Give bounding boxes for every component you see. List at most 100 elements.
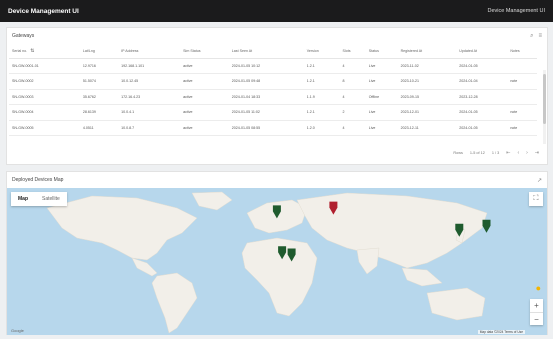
table-cell: 1.2.0 <box>303 120 340 136</box>
map-type-map[interactable]: Map <box>11 192 35 206</box>
column-header[interactable]: IP Address <box>118 44 181 59</box>
table-cell: note <box>507 104 537 121</box>
table-header-row: Serial no. ⇅ Lat/Lng IP Address Sim Status La… <box>9 44 537 59</box>
table-cell: 2024-01-05 <box>456 58 508 74</box>
page-indicator: 1 / 3 <box>491 151 500 155</box>
column-header-label: Version <box>306 48 319 53</box>
table-cell: active <box>180 73 229 90</box>
table-cell <box>507 89 537 105</box>
filter-icon[interactable]: ≡ <box>538 33 542 40</box>
column-header[interactable]: Notes <box>507 44 537 59</box>
table-cell: 1.2.1 <box>303 58 340 74</box>
column-header[interactable]: Slots <box>339 44 366 59</box>
last-page-icon[interactable]: ⇥ <box>535 150 539 156</box>
table-cell: 172.16.4.23 <box>118 89 181 105</box>
zoom-in-button[interactable]: + <box>530 299 543 312</box>
map-pin[interactable] <box>482 219 491 233</box>
table-row[interactable]: SN-GW-0003 35.6762 172.16.4.23 active 2024-0… <box>9 89 537 105</box>
fullscreen-icon[interactable]: ⛶ <box>529 192 543 206</box>
prev-page-icon[interactable]: ‹ <box>517 150 519 156</box>
column-header[interactable]: Version <box>303 44 340 59</box>
landmass-india <box>356 247 380 275</box>
table-cell: 2023-12-28 <box>456 89 508 105</box>
map-type-satellite[interactable]: Satellite <box>35 192 67 206</box>
table-scrollbar[interactable] <box>543 70 546 144</box>
search-icon[interactable]: ⌕ <box>530 33 533 40</box>
column-header[interactable]: Sim Status <box>180 44 229 59</box>
table-cell: 1.2.1 <box>303 104 340 121</box>
table-cell: 35.6762 <box>79 89 119 105</box>
table-cell: note <box>507 120 537 136</box>
table-cell: 12.9716 <box>79 58 119 74</box>
landmass-central-america <box>131 257 158 277</box>
column-header[interactable]: Serial no. ⇅ <box>9 44 80 59</box>
table-cell: 2023-12-01 <box>397 104 457 121</box>
landmass-southeast-asia <box>401 267 443 287</box>
table-row[interactable]: SN-GW-0005 4.0511 10.0.8.7 active 2024-01-05… <box>9 120 537 136</box>
landmass-greenland <box>191 191 233 211</box>
column-header-label: IP Address <box>121 48 139 53</box>
table-cell: 2024-01-05 08:55 <box>228 120 304 136</box>
table-cell: 4.0511 <box>79 120 119 136</box>
zoom-out-button[interactable]: − <box>530 312 543 325</box>
table-cell: 2023-09-15 <box>397 89 457 105</box>
column-header-label: Serial no. <box>12 48 28 53</box>
table-cell: SN-GW-0005 <box>9 120 80 136</box>
table-cell: 4 <box>339 120 366 136</box>
landmass-north-america <box>46 195 198 261</box>
column-header[interactable]: Registered At <box>397 44 457 59</box>
table-cell: 2 <box>339 104 366 121</box>
first-page-icon[interactable]: ⇤ <box>506 150 510 156</box>
zoom-control: + − <box>530 299 543 325</box>
table-cell: Live <box>365 120 398 136</box>
table-cell: 2024-01-05 09:48 <box>228 73 304 90</box>
map-pin-marker[interactable] <box>482 219 491 233</box>
table-cell: SN-GW-0004 <box>9 104 80 121</box>
table-cell: 2024-01-05 <box>456 104 508 121</box>
app-title: Device Management UI <box>8 7 79 15</box>
column-header[interactable]: Status <box>365 44 398 59</box>
column-header[interactable]: Updated At <box>456 44 508 59</box>
table-cell: active <box>180 104 229 121</box>
column-header-label: Lat/Lng <box>82 48 95 53</box>
column-header-label: Registered At <box>400 48 423 53</box>
column-header[interactable]: Last Seen At <box>228 44 304 59</box>
table-cell: 10.0.12.45 <box>118 73 181 90</box>
table-cell: 8 <box>339 73 366 90</box>
column-header-label: Sim Status <box>183 48 201 53</box>
app-right-label[interactable]: Device Management UI <box>488 8 545 14</box>
rows-per-page-label: Rows <box>453 151 463 155</box>
table-cell <box>507 58 537 74</box>
next-page-icon[interactable]: › <box>526 150 528 156</box>
table-cell: 28.6139 <box>79 104 119 121</box>
map-type-toggle: Map Satellite <box>11 192 67 206</box>
table-cell: Offline <box>365 89 398 105</box>
map-attribution[interactable]: Map data ©2024 Terms of Use <box>477 330 525 334</box>
table-cell: SN-GW-0001-01 <box>9 58 80 74</box>
table-cell: 2023-12-11 <box>397 120 457 136</box>
table-cell: note <box>507 73 537 90</box>
table-cell: 1.2.1 <box>303 73 340 90</box>
table-row[interactable]: SN-GW-0002 51.5074 10.0.12.45 active 2024-01… <box>9 73 537 90</box>
scrollbar-thumb[interactable] <box>543 74 546 124</box>
table-cell: 192.168.1.101 <box>118 58 181 74</box>
sort-icon[interactable]: ⇅ <box>30 48 34 54</box>
table-row[interactable]: SN-GW-0001-01 12.9716 192.168.1.101 active 2… <box>9 58 537 74</box>
table-cell: active <box>180 120 229 136</box>
street-view-icon[interactable]: ● <box>536 283 541 293</box>
table-cell: 2024-01-05 10:12 <box>228 58 304 74</box>
landmass-south-america <box>151 272 198 334</box>
map-canvas <box>46 191 491 334</box>
table-cell: Live <box>365 73 398 90</box>
expand-icon[interactable]: ↗ <box>537 177 542 184</box>
table-row[interactable]: SN-GW-0004 28.6139 10.0.4.1 active 2024-01-0… <box>9 104 537 121</box>
table-cell: Live <box>365 104 398 121</box>
table-cell: 2024-01-05 <box>456 120 508 136</box>
table-cell: active <box>180 58 229 74</box>
column-header[interactable]: Lat/Lng <box>79 44 119 59</box>
table-cell: active <box>180 89 229 105</box>
gateways-table: Serial no. ⇅ Lat/Lng IP Address Sim Status La… <box>9 44 537 136</box>
world-map[interactable]: Map Satellite ⛶ ● + − Google Map data ©2… <box>7 188 547 335</box>
map-card-header: Deployed Devices Map ↗ <box>7 172 547 188</box>
column-header-label: Slots <box>342 48 351 53</box>
